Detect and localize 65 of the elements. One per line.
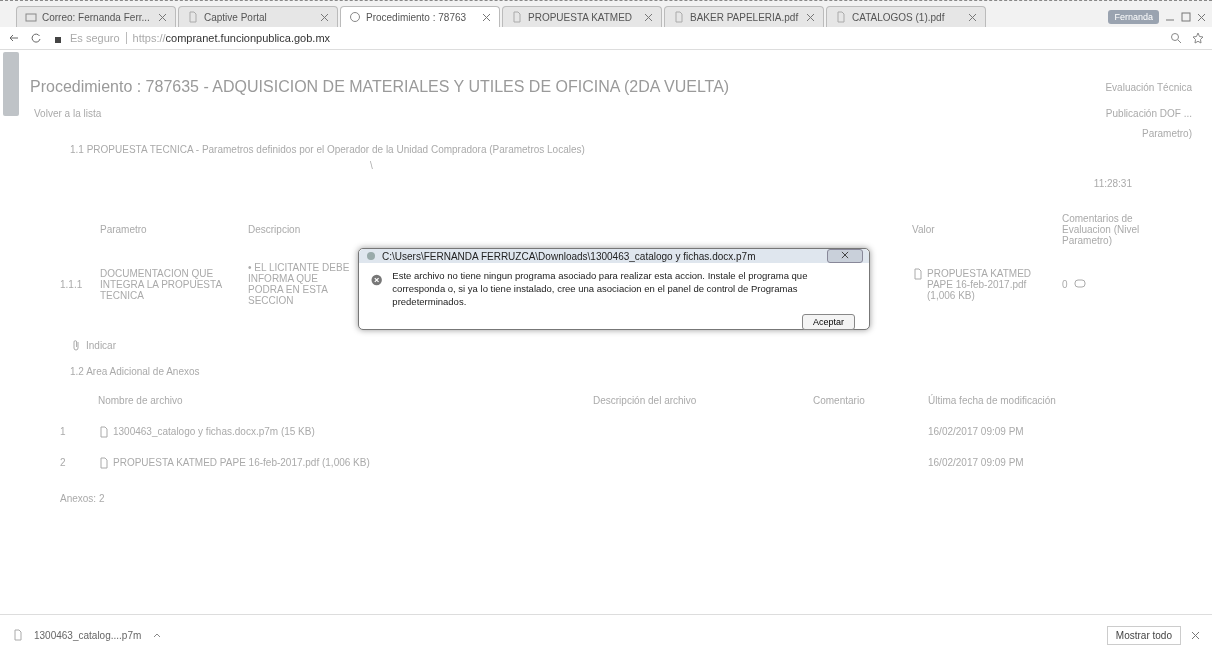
document-icon: [187, 11, 199, 23]
row-number: 1.1.1: [60, 278, 84, 290]
column-header: Descripcion: [248, 224, 302, 235]
document-icon: [835, 11, 847, 23]
close-icon[interactable]: [968, 12, 977, 22]
document-icon: [673, 11, 685, 23]
page-title: Procedimiento : 787635 - ADQUISICION DE MATERIALES Y UTILES DE OFICINA (2DA VUELTA): [30, 78, 730, 96]
close-icon[interactable]: [644, 12, 653, 22]
star-icon: [1192, 32, 1204, 44]
column-header: Descripción del archivo: [593, 394, 698, 406]
close-icon[interactable]: [1197, 12, 1206, 22]
close-button[interactable]: [827, 249, 863, 263]
column-header: Parametro: [100, 224, 148, 235]
comment-count: 0: [1062, 278, 1068, 290]
reload-icon: [30, 32, 42, 44]
close-icon[interactable]: [1191, 630, 1200, 640]
browser-tab[interactable]: Correo: Fernanda Ferr...: [16, 6, 176, 27]
column-header: Última fecha de modificación: [928, 394, 1057, 406]
browser-tab[interactable]: CATALOGOS (1).pdf: [826, 6, 986, 27]
close-icon[interactable]: [320, 12, 329, 22]
app-icon: [365, 250, 377, 262]
table-cell-text: DOCUMENTACION QUE INTEGRA LA PROPUESTA TECNICA: [100, 267, 223, 301]
table-cell-text: • EL LICITANTE DEBE INFORMA QUE PODRA EN ESTA SECCION: [248, 262, 351, 306]
row-number: 2: [60, 457, 67, 468]
column-header-fragment: Parametro): [1142, 127, 1192, 139]
document-icon: [12, 629, 24, 641]
search-icon: [1170, 32, 1182, 44]
column-header: Valor: [912, 224, 936, 235]
backslash-mark: \: [370, 159, 373, 171]
close-icon[interactable]: [806, 12, 815, 22]
accept-button[interactable]: Aceptar: [801, 314, 855, 330]
dialog-title: C:\Users\FERNANDA FERRUZCA\Downloads\1300463_catalogo y fichas.docx.p7m: [382, 250, 756, 262]
time-label: 11:28:31: [1093, 177, 1132, 189]
dialog-message: Este archivo no tiene ningun programa asociado para realizar esta accion. Instale el programa que corresponda o, si ya lo tiene instalado, cree una asociacion en el panel de control de Programas predeterminados.: [392, 269, 809, 308]
close-icon: [841, 251, 849, 259]
browser-tab[interactable]: Procedimiento : 78763: [340, 6, 500, 27]
table-cell-text: 16/02/2017 09:09 PM: [928, 457, 1025, 468]
show-all-button[interactable]: Mostrar todo: [1106, 625, 1181, 645]
back-arrow-icon: [8, 32, 20, 44]
column-header: Nombre de archivo: [98, 394, 184, 406]
section-heading: 1.1 PROPUESTA TECNICA - Parametros definidos por el Operador de la Unidad Compradora (Parametros Locales): [69, 144, 586, 155]
annex-count: Anexos: 2: [60, 492, 105, 504]
maximize-icon[interactable]: [1181, 12, 1191, 22]
separator-line: [125, 32, 127, 44]
close-icon[interactable]: [158, 12, 167, 22]
document-icon: [912, 267, 924, 280]
table-cell-text: 16/02/2017 09:09 PM: [928, 426, 1025, 437]
section-heading: 1.2 Area Adicional de Anexos: [70, 365, 200, 377]
column-header: Comentarios de Evaluacion (Nivel Parametro): [1062, 213, 1141, 246]
close-icon[interactable]: [482, 12, 491, 22]
speech-bubble-icon: [1073, 278, 1086, 290]
column-header: Comentario: [813, 394, 866, 406]
document-icon: [98, 456, 110, 469]
mail-icon: [25, 11, 37, 23]
paperclip-icon: [70, 339, 82, 351]
row-number: 1: [60, 426, 67, 437]
browser-tab[interactable]: BAKER PAPELERIA.pdf: [664, 6, 824, 27]
address-field[interactable]: Es seguro https://compranet.funcionpublica.gob.mx: [52, 32, 1160, 44]
document-icon: [511, 11, 523, 23]
sidebar-handle[interactable]: [3, 52, 19, 116]
browser-tab[interactable]: Captive Portal: [178, 6, 338, 27]
document-icon: [98, 425, 110, 438]
globe-icon: [349, 11, 361, 23]
browser-tab[interactable]: PROPUESTA KATMED: [502, 6, 662, 27]
download-file-name[interactable]: 1300463_catalog....p7m: [34, 629, 142, 641]
